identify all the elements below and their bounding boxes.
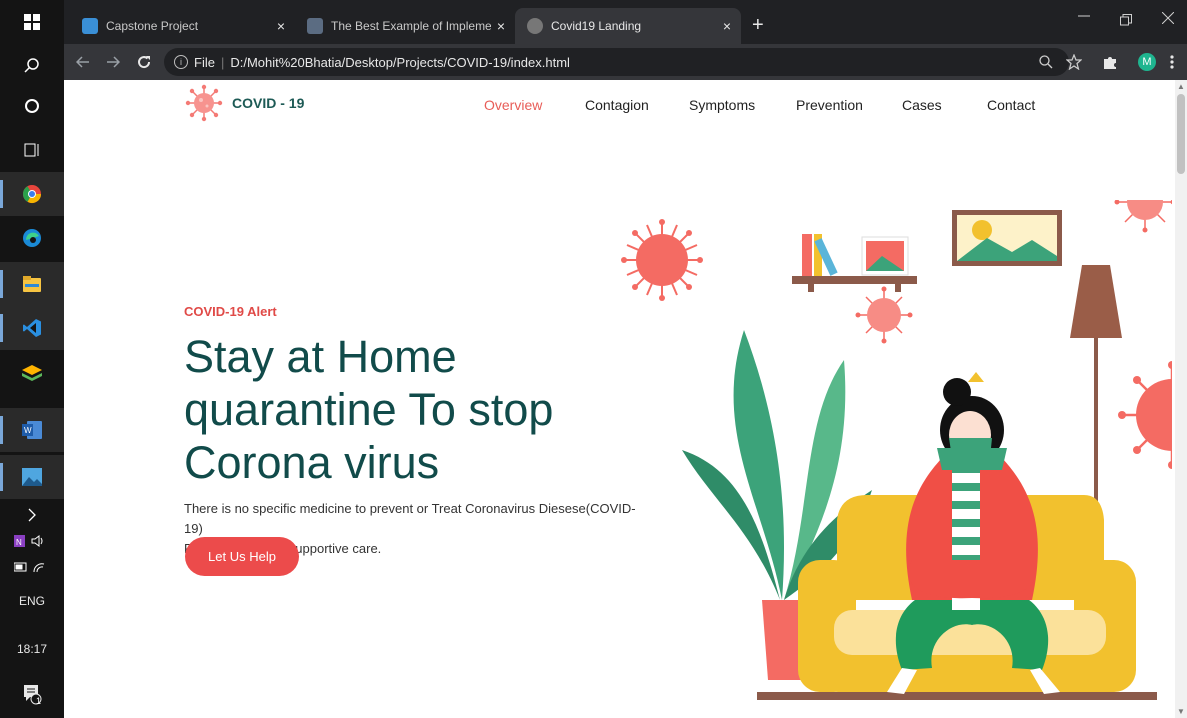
tab-strip: Capstone Project × The Best Example of I… <box>64 0 1187 44</box>
chrome-window: Capstone Project × The Best Example of I… <box>64 0 1187 718</box>
scroll-down-arrow-icon[interactable]: ▼ <box>1177 707 1185 716</box>
clock[interactable]: 18:17 <box>0 642 64 656</box>
logo-text: COVID - 19 <box>232 95 305 111</box>
tab-capstone-project[interactable]: Capstone Project × <box>70 8 295 44</box>
svg-text:N: N <box>16 538 22 547</box>
hero-alert: COVID-19 Alert <box>184 304 277 319</box>
virus-icon <box>1118 361 1172 469</box>
close-window-icon[interactable] <box>1162 12 1174 24</box>
photos-taskbar-icon[interactable] <box>0 455 64 499</box>
virus-icon <box>621 219 703 301</box>
address-bar[interactable]: i File | D:/Mohit%20Bhatia/Desktop/Proje… <box>164 48 1069 76</box>
tab-close-icon[interactable]: × <box>497 18 505 34</box>
tab-best-example[interactable]: The Best Example of Implementa × <box>295 8 515 44</box>
extensions-puzzle-icon[interactable] <box>1102 54 1118 70</box>
hero-illustration <box>621 200 1172 700</box>
url-text: D:/Mohit%20Bhatia/Desktop/Projects/COVID… <box>230 54 570 70</box>
nav-symptoms[interactable]: Symptoms <box>689 97 755 113</box>
s-favicon-icon <box>307 18 323 34</box>
file-explorer-taskbar-icon[interactable] <box>0 262 64 306</box>
tab-covid19-landing[interactable]: Covid19 Landing × <box>515 8 741 44</box>
book-icon <box>82 18 98 34</box>
wall-painting <box>952 210 1062 266</box>
address-separator: | <box>220 54 225 70</box>
new-tab-button[interactable]: + <box>752 14 764 37</box>
tray-battery-wifi-icons[interactable] <box>0 552 64 582</box>
chrome-taskbar-icon[interactable] <box>0 172 64 216</box>
minimize-icon[interactable] <box>1078 14 1090 18</box>
cortana-icon[interactable] <box>0 84 64 128</box>
globe-icon <box>527 18 543 34</box>
search-icon[interactable] <box>0 44 64 88</box>
virus-icon <box>855 286 913 344</box>
virus-logo-icon <box>185 84 223 122</box>
info-icon[interactable]: i <box>174 55 188 69</box>
let-us-help-button[interactable]: Let Us Help <box>185 537 299 576</box>
windows-taskbar: W N ENG 18:17 1 <box>0 0 64 718</box>
hero-description-line-1: There is no specific medicine to prevent… <box>184 501 636 536</box>
notification-count: 1 <box>36 696 42 706</box>
nav-contagion[interactable]: Contagion <box>585 97 649 113</box>
wall-shelf <box>792 234 917 292</box>
task-view-icon[interactable] <box>0 128 64 172</box>
tab-close-icon[interactable]: × <box>277 18 285 34</box>
nav-cases[interactable]: Cases <box>902 97 942 113</box>
scroll-up-arrow-icon[interactable]: ▲ <box>1177 82 1185 91</box>
vscode-taskbar-icon[interactable] <box>0 306 64 350</box>
menu-dots-icon[interactable] <box>1170 55 1174 69</box>
word-taskbar-icon[interactable]: W <box>0 408 64 452</box>
scheme-label: File <box>194 54 215 70</box>
site-logo[interactable]: COVID - 19 <box>184 83 304 123</box>
notification-center-icon[interactable]: 1 <box>0 672 64 716</box>
page-scrollbar[interactable]: ▲ ▼ <box>1175 80 1187 718</box>
bookmark-star-icon[interactable] <box>1066 54 1082 70</box>
scrollbar-thumb[interactable] <box>1177 94 1185 174</box>
edge-taskbar-icon[interactable] <box>0 216 64 260</box>
profile-avatar[interactable]: M <box>1138 53 1156 71</box>
restore-icon[interactable] <box>1120 14 1132 26</box>
tab-close-icon[interactable]: × <box>723 18 731 34</box>
virus-icon <box>1114 200 1172 233</box>
windows-start-icon[interactable] <box>0 0 64 44</box>
zoom-icon[interactable] <box>1039 55 1053 69</box>
nav-overview[interactable]: Overview <box>484 97 542 113</box>
forward-arrow-icon[interactable] <box>106 55 120 69</box>
nav-contact[interactable]: Contact <box>987 97 1035 113</box>
browser-toolbar: i File | D:/Mohit%20Bhatia/Desktop/Proje… <box>64 44 1187 80</box>
bluestacks-taskbar-icon[interactable] <box>0 352 64 396</box>
language-indicator[interactable]: ENG <box>0 594 64 608</box>
back-arrow-icon[interactable] <box>76 55 90 69</box>
web-page: COVID - 19 Overview Contagion Symptoms P… <box>64 80 1175 718</box>
reload-icon[interactable] <box>136 54 152 70</box>
svg-text:W: W <box>24 426 32 435</box>
hero-headline: Stay at Home quarantine To stop Corona v… <box>184 331 554 488</box>
nav-prevention[interactable]: Prevention <box>796 97 863 113</box>
